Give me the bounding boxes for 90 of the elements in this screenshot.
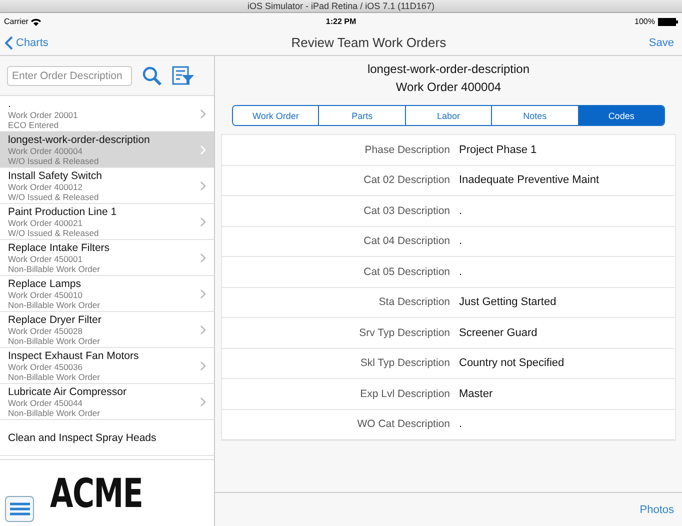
order-status: Non-Billable Work Order xyxy=(8,300,100,310)
order-number: Work Order 20001 xyxy=(8,110,78,120)
order-status: W/O Issued & Released xyxy=(8,156,100,166)
order-list-item[interactable]: longest-work-order-description Work Order 400004 W/O Issued & Released xyxy=(0,132,214,168)
order-status: Non-Billable Work Order xyxy=(8,264,101,274)
field-value: Master xyxy=(459,388,493,400)
chevron-right-icon xyxy=(200,252,206,262)
order-number: Work Order 450036 xyxy=(8,362,84,372)
field-label: Skl Typ Description xyxy=(359,357,450,370)
filter-list-icon[interactable] xyxy=(172,66,194,86)
tab[interactable]: Labor xyxy=(404,106,492,125)
order-title: Replace Lamps xyxy=(8,278,82,290)
search-field[interactable]: Enter Order Description xyxy=(7,66,132,86)
order-number: Work Order 450001 xyxy=(8,254,84,264)
field-label: Cat 04 Description xyxy=(362,235,450,248)
detail-subtitle: Work Order 400004 xyxy=(396,79,502,96)
search-icon[interactable] xyxy=(142,66,162,86)
field-label: Exp Lvl Description xyxy=(359,388,450,400)
field-label: Phase Description xyxy=(364,144,450,156)
wifi-icon xyxy=(31,18,42,26)
field-value: . xyxy=(459,418,462,430)
field-value: Inadequate Preventive Maint xyxy=(459,174,600,186)
photos-button[interactable]: Photos xyxy=(640,504,674,516)
field-value: Project Phase 1 xyxy=(459,144,537,156)
order-number: Work Order 400004 xyxy=(8,146,84,156)
order-status: Non-Billable Work Order xyxy=(8,372,101,382)
order-title: longest-work-order-description xyxy=(8,134,150,146)
chevron-right-icon xyxy=(200,180,206,190)
chevron-right-icon xyxy=(200,216,206,226)
order-title: Inspect Exhaust Fan Motors xyxy=(8,350,139,362)
chevron-right-icon xyxy=(200,324,206,334)
field-value: . xyxy=(459,235,462,248)
order-number: Work Order 400021 xyxy=(8,218,84,228)
nav-title: Review Team Work Orders xyxy=(291,35,446,50)
order-status: Non-Billable Work Order xyxy=(8,408,101,418)
back-button[interactable]: Charts xyxy=(5,36,48,50)
chevron-left-icon xyxy=(5,36,13,50)
order-number: Work Order 450010 xyxy=(8,290,84,300)
order-number: Work Order 400012 xyxy=(8,182,84,192)
order-title: Lubricate Air Compressor xyxy=(8,386,126,398)
order-number: Work Order 450028 xyxy=(8,326,84,336)
order-title: Paint Production Line 1 xyxy=(8,206,117,218)
chevron-right-icon xyxy=(200,108,206,118)
window-title: iOS Simulator - iPad Retina / iOS 7.1 (11D167) xyxy=(248,1,434,11)
battery-icon xyxy=(658,18,678,26)
tab[interactable]: Notes xyxy=(491,106,578,125)
order-list-item[interactable]: Replace Dryer Filter Work Order 450028 Non-Billable Work Order xyxy=(0,312,214,348)
tab[interactable]: Parts xyxy=(318,106,405,125)
menu-button[interactable] xyxy=(5,496,34,522)
menu-icon xyxy=(10,502,30,516)
tab[interactable]: Work Order xyxy=(233,106,318,125)
field-value: Country not Specified xyxy=(459,357,564,370)
field-label: Sta Description xyxy=(378,296,450,308)
order-list-item[interactable]: Inspect Exhaust Fan Motors Work Order 450036 Non-Billable Work Order xyxy=(0,348,214,384)
chevron-right-icon xyxy=(200,360,206,370)
field-label: WO Cat Description xyxy=(356,418,450,430)
order-list-item[interactable]: Paint Production Line 1 Work Order 400021 W/O Issued & Released xyxy=(0,204,214,240)
carrier-label: Carrier xyxy=(4,17,28,26)
chevron-right-icon xyxy=(200,288,206,298)
field-value: . xyxy=(459,204,462,217)
order-title: Replace Intake Filters xyxy=(8,242,110,254)
chevron-right-icon xyxy=(200,144,206,154)
field-value: Just Getting Started xyxy=(459,296,556,308)
order-status: ECO Entered xyxy=(8,120,60,130)
tab[interactable]: Codes xyxy=(578,106,664,125)
order-list-item[interactable]: Clean and Inspect Spray Heads xyxy=(0,420,214,456)
order-number: Work Order 450044 xyxy=(8,398,84,408)
order-status: W/O Issued & Released xyxy=(8,192,100,202)
field-label: Cat 02 Description xyxy=(362,174,450,186)
status-time: 1:22 PM xyxy=(326,17,356,26)
save-button[interactable]: Save xyxy=(648,36,674,48)
order-list-item[interactable]: Replace Lamps Work Order 450010 Non-Billable Work Order xyxy=(0,276,214,312)
order-title: . xyxy=(8,98,12,110)
field-label: Srv Typ Description xyxy=(358,326,450,339)
order-status: W/O Issued & Released xyxy=(8,228,100,238)
field-label: Cat 03 Description xyxy=(362,204,450,217)
field-value: Screener Guard xyxy=(459,326,538,339)
battery-label: 100% xyxy=(634,17,655,26)
field-value: . xyxy=(459,266,462,278)
field-label: Cat 05 Description xyxy=(362,266,450,278)
order-list-item[interactable]: Install Safety Switch Work Order 400012 W/O Issued & Released xyxy=(0,168,214,204)
order-list-item[interactable]: Replace Intake Filters Work Order 450001 Non-Billable Work Order xyxy=(0,240,214,276)
detail-title: longest-work-order-description xyxy=(367,61,530,78)
order-list-item[interactable]: Lubricate Air Compressor Work Order 450044 Non-Billable Work Order xyxy=(0,384,214,420)
order-status: Non-Billable Work Order xyxy=(8,336,101,346)
logo: ACME xyxy=(50,470,143,519)
order-title: Clean and Inspect Spray Heads xyxy=(8,432,156,444)
order-title: Install Safety Switch xyxy=(8,170,102,182)
chevron-right-icon xyxy=(200,396,206,406)
order-title: Replace Dryer Filter xyxy=(8,314,102,326)
